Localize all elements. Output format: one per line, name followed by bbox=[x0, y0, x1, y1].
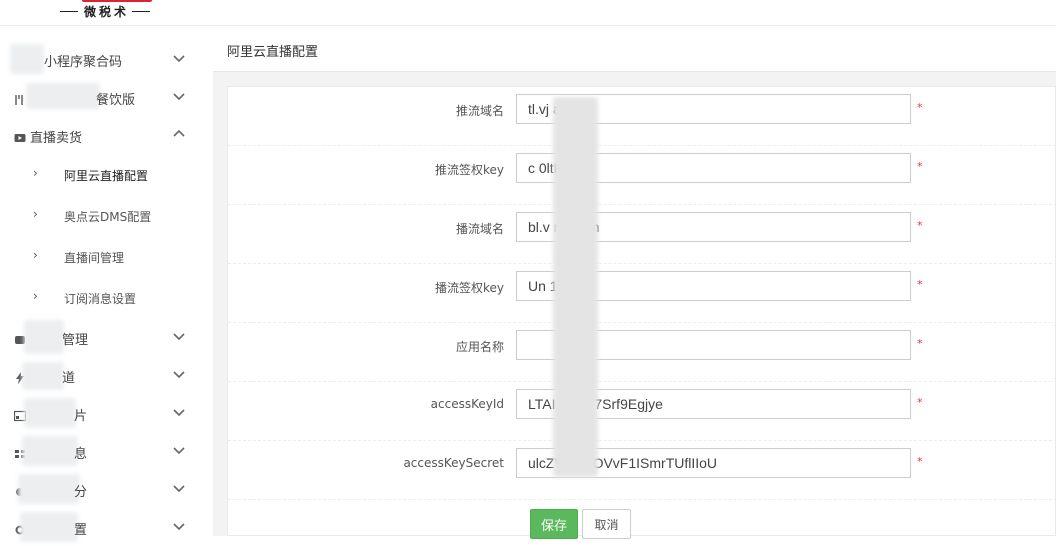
chevron-down-icon bbox=[172, 481, 186, 495]
sidebar-subitem-label: 订阅消息设置 bbox=[64, 292, 137, 306]
required-mark: * bbox=[917, 278, 923, 291]
required-mark: * bbox=[917, 101, 923, 114]
sidebar-item-image[interactable]: 片 bbox=[0, 394, 213, 432]
sidebar-item-label: 直播卖货 bbox=[30, 131, 83, 146]
redaction-mask bbox=[553, 97, 598, 477]
chevron-down-icon bbox=[172, 443, 186, 457]
chevron-down-icon bbox=[172, 367, 186, 381]
sidebar-subitem-live-room-management[interactable]: › 直播间管理 bbox=[0, 237, 213, 277]
chevron-up-icon bbox=[172, 127, 186, 141]
sidebar-item-label: 餐饮版 bbox=[96, 93, 136, 108]
config-form: 推流域名 tl.vj a.com * 推流签权key c 0ltKx * 播流域… bbox=[227, 86, 1056, 539]
form-row-access-key-id: accessKeyId LTAI ZXpK7Srf9Egjye * bbox=[228, 382, 1056, 441]
sidebar-subitem-subscription-message[interactable]: › 订阅消息设置 bbox=[0, 278, 213, 318]
form-row-push-auth-key: 推流签权key c 0ltKx * bbox=[228, 146, 1056, 205]
sidebar-subitem-label: 阿里云直播配置 bbox=[64, 169, 149, 183]
chevron-down-icon bbox=[172, 89, 186, 103]
redaction-mask bbox=[22, 362, 64, 390]
chevron-down-icon bbox=[172, 329, 186, 343]
form-row-access-key-secret: accessKeySecret ulcZVxiye OVvF1ISmrTUflI… bbox=[228, 441, 1056, 500]
sidebar-item-catering[interactable]: 餐饮版 bbox=[0, 78, 213, 116]
required-mark: * bbox=[917, 455, 923, 468]
required-mark: * bbox=[917, 396, 923, 409]
logo-text: 微税术 bbox=[84, 5, 130, 19]
form-row-play-auth-key: 播流签权key Un 1NPf * bbox=[228, 264, 1056, 323]
redaction-mask bbox=[24, 398, 76, 428]
sidebar-item-message[interactable]: 息 bbox=[0, 432, 213, 470]
sidebar-item-label: 置 bbox=[74, 523, 88, 538]
logo-line-left bbox=[60, 11, 78, 12]
sidebar-item-mini-program-code[interactable]: 小程序聚合码 bbox=[0, 40, 213, 78]
chevron-right-icon: › bbox=[33, 289, 38, 303]
top-bar: 微税术 bbox=[0, 0, 1056, 26]
logo-graphic bbox=[82, 0, 152, 2]
cancel-button[interactable]: 取消 bbox=[582, 509, 631, 539]
redaction-mask bbox=[20, 512, 78, 542]
required-mark: * bbox=[917, 160, 923, 173]
field-label: 推流域名 bbox=[455, 104, 504, 118]
sidebar-item-label: 管理 bbox=[62, 333, 89, 348]
form-row-play-domain: 播流域名 bl.v na.com * bbox=[228, 205, 1056, 264]
field-label: accessKeySecret bbox=[403, 456, 504, 470]
sidebar-item-label: 分 bbox=[74, 485, 88, 500]
sidebar-item-label: 息 bbox=[74, 447, 88, 462]
redaction-mask bbox=[24, 320, 64, 354]
sidebar-item-live-selling[interactable]: 直播卖货 bbox=[0, 116, 213, 154]
utensils-icon bbox=[14, 91, 26, 105]
sidebar-item-distribution[interactable]: 分 bbox=[0, 470, 213, 508]
main-content: 阿里云直播配置 推流域名 tl.vj a.com * 推流签权key c 0lt… bbox=[213, 26, 1056, 539]
sidebar-item-label: 小程序聚合码 bbox=[44, 55, 123, 70]
chevron-right-icon: › bbox=[33, 207, 38, 221]
sidebar-subitem-label: 直播间管理 bbox=[64, 251, 125, 265]
required-mark: * bbox=[917, 219, 923, 232]
video-icon bbox=[14, 129, 26, 142]
redaction-mask bbox=[10, 44, 44, 74]
redaction-mask bbox=[26, 83, 100, 109]
chevron-down-icon bbox=[172, 51, 186, 65]
sidebar-item-label: 片 bbox=[74, 409, 88, 424]
field-label: accessKeyId bbox=[430, 397, 504, 411]
field-label: 播流域名 bbox=[455, 222, 504, 236]
form-row-app-name: 应用名称 * bbox=[228, 323, 1056, 382]
chevron-right-icon: › bbox=[33, 166, 38, 180]
chevron-down-icon bbox=[172, 405, 186, 419]
page-header: 阿里云直播配置 bbox=[213, 26, 1056, 72]
field-label: 应用名称 bbox=[455, 340, 504, 354]
field-label: 播流签权key bbox=[434, 281, 504, 295]
form-row-push-domain: 推流域名 tl.vj a.com * bbox=[228, 87, 1056, 146]
sidebar-subitem-aliyun-live-config[interactable]: › 阿里云直播配置 bbox=[0, 155, 213, 195]
sidebar-subitem-aodianyun-dms-config[interactable]: › 奥点云DMS配置 bbox=[0, 196, 213, 236]
redaction-mask bbox=[18, 474, 80, 504]
redaction-mask bbox=[22, 436, 78, 466]
save-button[interactable]: 保存 bbox=[530, 509, 578, 539]
chevron-down-icon bbox=[172, 519, 186, 533]
sidebar: 小程序聚合码 餐饮版 直播卖货 › 阿里云直播配置 › 奥点云DMS配置 › 直… bbox=[0, 26, 213, 542]
logo-line-right bbox=[132, 11, 150, 12]
sidebar-item-label: 道 bbox=[62, 371, 76, 386]
sidebar-item-settings[interactable]: 置 bbox=[0, 508, 213, 546]
sidebar-subitem-label: 奥点云DMS配置 bbox=[64, 210, 152, 224]
sidebar-item-channel[interactable]: 道 bbox=[0, 356, 213, 394]
chevron-right-icon: › bbox=[33, 248, 38, 262]
page-title: 阿里云直播配置 bbox=[227, 45, 319, 60]
field-label: 推流签权key bbox=[434, 163, 504, 177]
required-mark: * bbox=[917, 337, 923, 350]
sidebar-item-management[interactable]: 管理 bbox=[0, 318, 213, 356]
